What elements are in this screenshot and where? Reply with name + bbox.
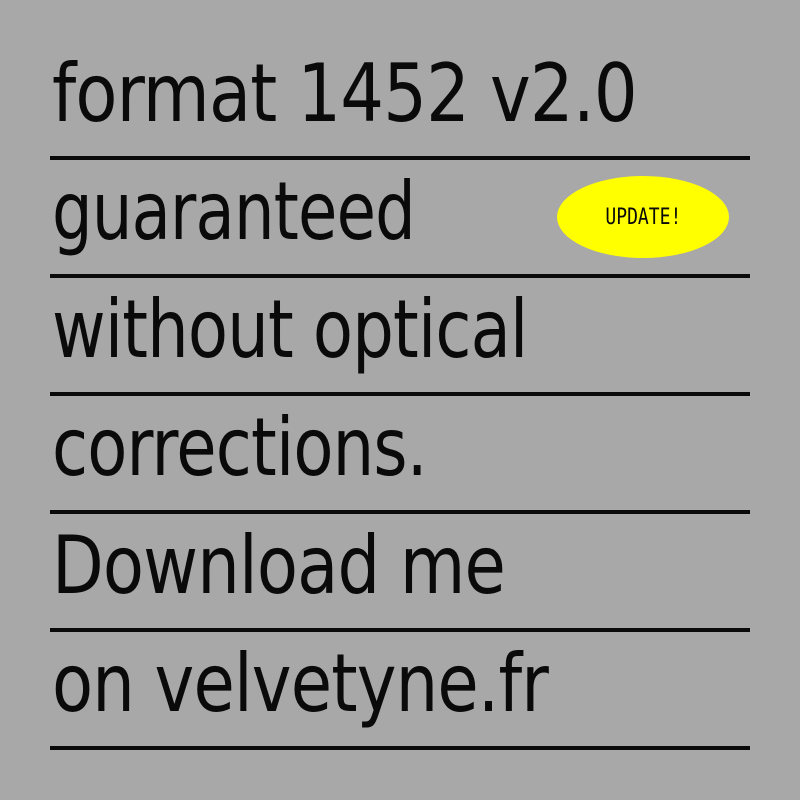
line-2-text: guaranteed <box>52 165 416 258</box>
update-badge: UPDATE! <box>557 176 729 258</box>
line-5-text: Download me <box>52 519 506 612</box>
line-1: format 1452 v2.0 <box>50 42 750 160</box>
line-6: on velvetyne.fr <box>50 632 750 750</box>
divider-rule <box>50 746 750 750</box>
update-badge-label: UPDATE! <box>604 204 682 230</box>
line-5: Download me <box>50 514 750 632</box>
line-4-text: corrections. <box>52 401 428 494</box>
poster: format 1452 v2.0 guaranteed without opti… <box>0 0 800 800</box>
line-3-text: without optical <box>52 283 528 376</box>
line-3: without optical <box>50 278 750 396</box>
line-6-text: on velvetyne.fr <box>52 637 549 730</box>
line-4: corrections. <box>50 396 750 514</box>
line-1-text: format 1452 v2.0 <box>52 47 638 140</box>
